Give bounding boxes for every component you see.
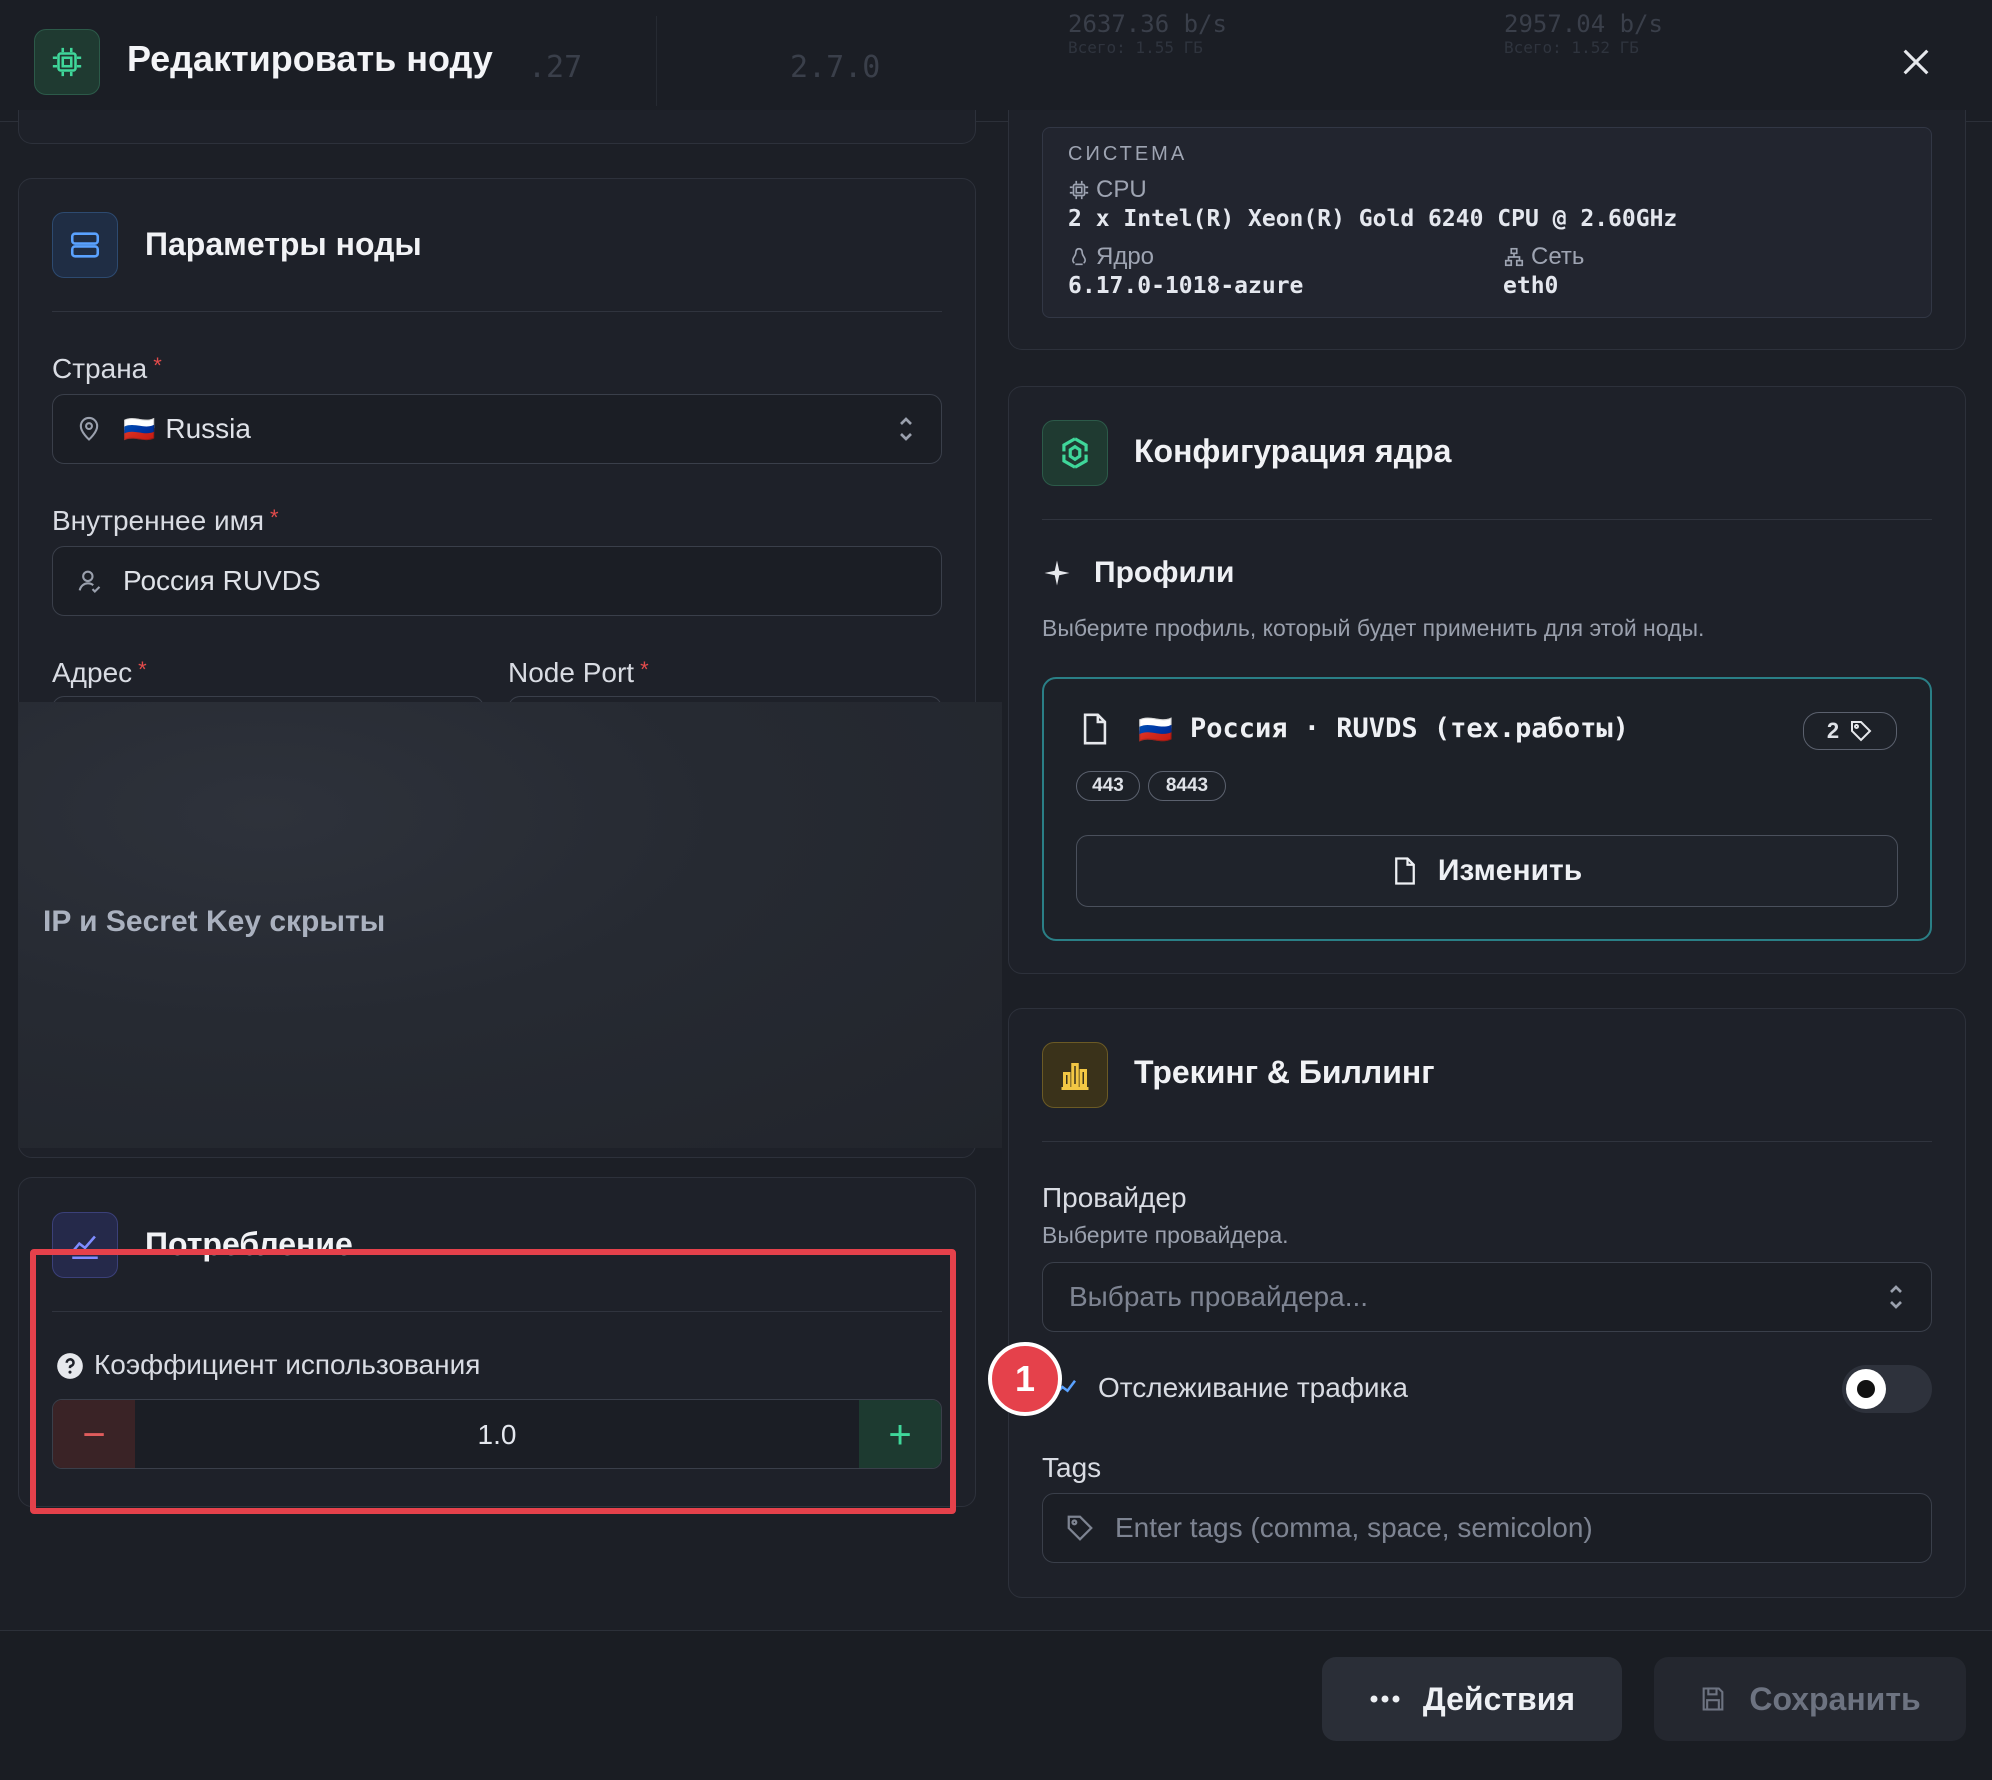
- linux-icon: [1072, 247, 1086, 266]
- profile-name: Россия · RUVDS (тех.работы): [1190, 713, 1629, 744]
- node-params-title: Параметры ноды: [145, 226, 422, 262]
- kernel-value: 6.17.0-1018-azure: [1068, 273, 1304, 299]
- country-label: Страна *: [52, 353, 162, 384]
- country-value: Russia: [165, 413, 251, 444]
- traffic-tracking-toggle[interactable]: [1842, 1365, 1932, 1413]
- cpu-label: CPU: [1068, 176, 1147, 204]
- network-label: Сеть: [1503, 243, 1584, 271]
- cpu-chip-icon: [34, 29, 100, 95]
- toggle-knob: [1846, 1369, 1886, 1409]
- map-pin-icon: [75, 415, 103, 443]
- modal-title: Редактировать ноду: [127, 38, 493, 79]
- tags-placeholder: Enter tags (comma, space, semicolon): [1115, 1512, 1593, 1543]
- provider-select[interactable]: Выбрать провайдера...: [1042, 1262, 1932, 1332]
- ghost-rate-left: 2637.36 b/s: [1068, 10, 1227, 38]
- previous-card-remnant: [18, 110, 976, 144]
- save-icon: [1699, 1685, 1727, 1713]
- more-dots-icon: [1369, 1694, 1401, 1704]
- close-button[interactable]: [1892, 38, 1940, 86]
- hidden-notice: IP и Secret Key скрыты: [43, 905, 386, 938]
- network-icon: [1504, 247, 1524, 267]
- chevron-updown-icon: [1885, 1282, 1907, 1312]
- provider-placeholder: Выбрать провайдера...: [1069, 1281, 1369, 1312]
- ghost-rate-right: 2957.04 b/s: [1504, 10, 1663, 38]
- cpu-value: 2 x Intel(R) Xeon(R) Gold 6240 CPU @ 2.6…: [1068, 206, 1678, 232]
- kernel-label: Ядро: [1068, 243, 1154, 271]
- sparkle-icon: [1042, 558, 1072, 588]
- modal-header: 2637.36 b/s Всего: 1.55 ГБ 2957.04 b/s В…: [0, 0, 1992, 122]
- ghost-divider: [656, 16, 657, 106]
- bar-chart-icon: [1042, 1042, 1108, 1108]
- server-icon: [52, 212, 118, 278]
- node-port-label: Node Port *: [508, 657, 649, 688]
- chevron-updown-icon: [895, 414, 917, 444]
- ghost-rate-right-sub: Всего: 1.52 ГБ: [1504, 38, 1639, 57]
- profile-flag: 🇷🇺: [1138, 714, 1173, 745]
- internal-name-value: Россия RUVDS: [123, 565, 321, 596]
- xray-core-icon: [1042, 420, 1108, 486]
- address-label: Адрес *: [52, 657, 147, 688]
- edit-profile-button[interactable]: Изменить: [1076, 835, 1898, 907]
- save-button[interactable]: Сохранить: [1654, 1657, 1966, 1741]
- traffic-tracking-label: Отслеживание трафика: [1098, 1372, 1408, 1403]
- country-flag: 🇷🇺: [123, 413, 156, 444]
- profiles-title: Профили: [1094, 556, 1235, 589]
- provider-hint: Выберите провайдера.: [1042, 1222, 1289, 1248]
- internal-name-input[interactable]: Россия RUVDS: [52, 546, 942, 616]
- port-badge: 8443: [1148, 771, 1226, 801]
- profiles-description: Выберите профиль, который будет применит…: [1042, 615, 1705, 641]
- tags-input[interactable]: Enter tags (comma, space, semicolon): [1042, 1493, 1932, 1563]
- profile-tag-count[interactable]: 2: [1803, 712, 1897, 750]
- port-badge: 443: [1076, 771, 1140, 801]
- tags-label: Tags: [1042, 1452, 1102, 1483]
- internal-name-label: Внутреннее имя *: [52, 505, 279, 536]
- file-icon: [1394, 857, 1415, 885]
- system-heading: СИСТЕМА: [1068, 143, 1188, 165]
- annotation-callout: 1: [988, 1342, 1062, 1416]
- tracking-title: Трекинг & Биллинг: [1134, 1054, 1435, 1090]
- tag-icon: [1851, 721, 1872, 742]
- network-value: eth0: [1503, 273, 1559, 299]
- close-icon: [1903, 49, 1929, 75]
- file-icon: [1080, 712, 1110, 746]
- tag-icon: [1065, 1513, 1095, 1543]
- actions-button[interactable]: Действия: [1322, 1657, 1622, 1741]
- divider: [52, 311, 942, 312]
- ghost-value-a: .27: [528, 50, 583, 85]
- provider-label: Провайдер: [1042, 1182, 1187, 1213]
- country-select[interactable]: 🇷🇺 Russia: [52, 394, 942, 464]
- ghost-rate-left-sub: Всего: 1.55 ГБ: [1068, 38, 1203, 57]
- cpu-chip-icon: [1069, 180, 1089, 200]
- annotation-highlight-box: [30, 1249, 956, 1514]
- divider: [1042, 1141, 1932, 1142]
- divider: [1042, 519, 1932, 520]
- user-icon: [75, 567, 103, 595]
- ghost-value-b: 2.7.0: [790, 50, 881, 85]
- core-config-title: Конфигурация ядра: [1134, 433, 1452, 469]
